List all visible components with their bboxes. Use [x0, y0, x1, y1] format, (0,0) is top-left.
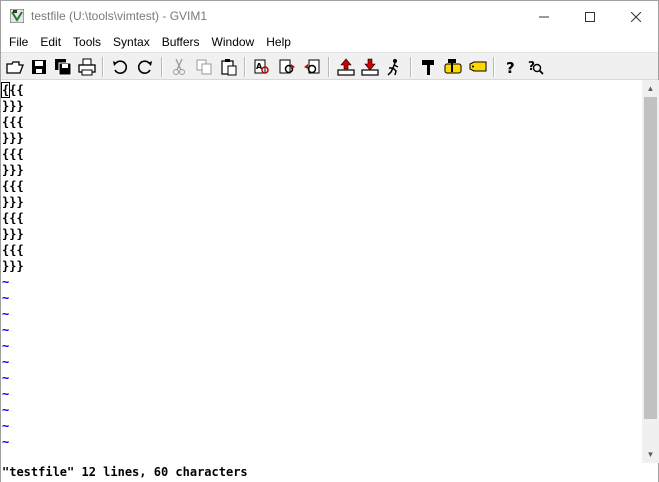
menu-syntax[interactable]: Syntax	[108, 32, 155, 52]
redo-button[interactable]	[134, 56, 156, 78]
close-button[interactable]	[613, 1, 659, 32]
cut-icon	[173, 58, 185, 75]
empty-line-tilde: ~	[2, 307, 10, 321]
text-line: }}}	[2, 195, 24, 209]
menu-help[interactable]: Help	[261, 32, 296, 52]
scroll-up-arrow-icon[interactable]: ▲	[642, 80, 659, 97]
save-icon	[32, 60, 46, 74]
find-replace-icon: A	[254, 59, 269, 74]
undo-button[interactable]	[109, 56, 131, 78]
paste-icon	[221, 59, 237, 76]
scroll-thumb[interactable]	[644, 97, 657, 419]
help-icon: ?	[506, 59, 515, 76]
window-title: testfile (U:\tools\vimtest) - GVIM1	[31, 9, 208, 23]
save-all-icon	[55, 59, 72, 76]
text-line: }}}	[2, 259, 24, 273]
load-session-button[interactable]	[335, 56, 357, 78]
title-bar[interactable]: testfile (U:\tools\vimtest) - GVIM1	[1, 1, 658, 32]
make-icon	[422, 60, 434, 75]
svg-text:?: ?	[506, 59, 515, 76]
print-button[interactable]	[76, 56, 98, 78]
save-all-button[interactable]	[52, 56, 74, 78]
build-tags-icon	[444, 59, 462, 74]
find-replace-button[interactable]: A	[251, 56, 273, 78]
minimize-icon	[539, 16, 549, 17]
vertical-scrollbar[interactable]: ▲ ▼	[642, 80, 659, 463]
menu-buffers[interactable]: Buffers	[157, 32, 205, 52]
vim-app-icon	[10, 9, 24, 23]
save-session-button[interactable]	[359, 56, 381, 78]
build-tags-button[interactable]	[442, 56, 464, 78]
jump-tag-button[interactable]	[467, 56, 489, 78]
empty-line-tilde: ~	[2, 419, 10, 433]
paste-button[interactable]	[218, 56, 240, 78]
find-help-button[interactable]: ?	[525, 56, 547, 78]
text-line: {{{	[2, 243, 24, 257]
scroll-down-arrow-icon[interactable]: ▼	[642, 446, 659, 463]
undo-icon	[113, 60, 128, 74]
maximize-button[interactable]	[567, 1, 613, 32]
redo-icon	[137, 60, 152, 74]
run-script-button[interactable]	[383, 56, 405, 78]
find-help-icon: ?	[528, 59, 544, 75]
text-line: {{{	[2, 211, 24, 225]
empty-line-tilde: ~	[2, 339, 10, 353]
run-script-icon	[387, 59, 399, 76]
copy-icon	[196, 59, 212, 75]
cut-button[interactable]	[168, 56, 190, 78]
empty-line-tilde: ~	[2, 323, 10, 337]
empty-line-tilde: ~	[2, 371, 10, 385]
save-button[interactable]	[28, 56, 50, 78]
status-message: "testfile" 12 lines, 60 characters	[2, 465, 248, 479]
empty-line-tilde: ~	[2, 291, 10, 305]
text-line: }}}	[2, 131, 24, 145]
open-icon	[6, 61, 24, 74]
menu-bar: File Edit Tools Syntax Buffers Window Help	[1, 32, 658, 52]
maximize-icon	[585, 11, 595, 22]
empty-line-tilde: ~	[2, 403, 10, 417]
open-button[interactable]	[4, 56, 26, 78]
save-session-icon	[361, 58, 379, 76]
text-line: }}}	[2, 163, 24, 177]
find-prev-button[interactable]	[301, 56, 323, 78]
empty-line-tilde: ~	[2, 355, 10, 369]
editor-area[interactable]: {{{}}}{{{}}}{{{}}}{{{}}}{{{}}}{{{}}} ~ ~ ~ ~…	[1, 80, 642, 462]
copy-button[interactable]	[193, 56, 215, 78]
text-line: {{{	[2, 115, 24, 129]
jump-tag-icon	[469, 61, 487, 72]
close-icon	[631, 11, 641, 22]
menu-edit[interactable]: Edit	[35, 32, 66, 52]
empty-line-tilde: ~	[2, 275, 10, 289]
text-line: {{{	[1, 82, 24, 98]
empty-line-tilde: ~	[2, 435, 10, 449]
print-icon	[78, 58, 96, 76]
minimize-button[interactable]	[521, 1, 567, 32]
text-line: }}}	[2, 227, 24, 241]
menu-window[interactable]: Window	[207, 32, 260, 52]
load-session-icon	[337, 58, 355, 76]
text-line: {{{	[2, 179, 24, 193]
menu-file[interactable]: File	[4, 32, 33, 52]
toolbar: A ? ?	[1, 52, 658, 80]
find-prev-icon	[304, 59, 320, 74]
text-line: {{{	[2, 147, 24, 161]
make-button[interactable]	[417, 56, 439, 78]
find-next-icon	[279, 59, 295, 74]
gvim-window: testfile (U:\tools\vimtest) - GVIM1 File…	[0, 0, 659, 482]
text-line: }}}	[2, 99, 24, 113]
help-button[interactable]: ?	[500, 56, 522, 78]
find-next-button[interactable]	[276, 56, 298, 78]
empty-line-tilde: ~	[2, 387, 10, 401]
status-line: "testfile" 12 lines, 60 characters	[1, 463, 658, 482]
menu-tools[interactable]: Tools	[68, 32, 106, 52]
